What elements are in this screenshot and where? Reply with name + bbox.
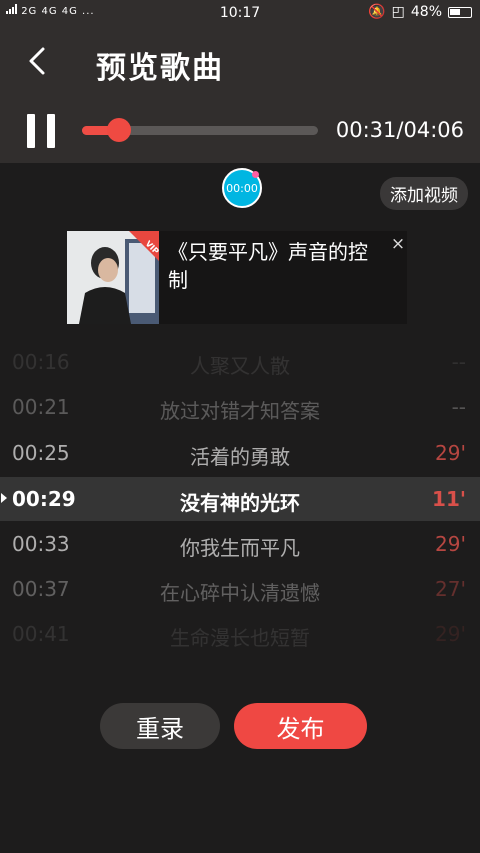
lyric-row[interactable]: 00:25 活着的勇敢 29'	[0, 431, 480, 475]
lyric-score: --	[451, 350, 466, 374]
back-button[interactable]	[22, 44, 56, 78]
progress-slider[interactable]	[82, 118, 318, 142]
close-icon[interactable]: ×	[389, 235, 407, 253]
lyric-score: 29'	[435, 532, 466, 556]
battery-percent: 48%	[410, 4, 442, 20]
person-thumbnail-icon: VIP	[67, 231, 159, 324]
rerecord-button[interactable]: 重录	[100, 703, 220, 749]
lyric-score: 11'	[432, 487, 466, 511]
lyric-score: 27'	[435, 577, 466, 601]
status-right: 🔕 ◰ 48%	[368, 4, 472, 20]
add-video-button[interactable]: 添加视频	[380, 177, 468, 210]
publish-button[interactable]: 发布	[234, 703, 367, 749]
lyric-line: 在心碎中认清遗憾	[160, 581, 320, 605]
time-readout: 00:31/04:06	[335, 118, 464, 142]
lyric-line: 人聚又人散	[190, 354, 290, 378]
battery-icon	[448, 6, 472, 18]
silent-icon: 🔕	[368, 4, 386, 20]
lyric-row[interactable]: 00:16 人聚又人散 --	[0, 340, 480, 384]
lyric-score: --	[451, 395, 466, 419]
lyric-score: 29'	[435, 441, 466, 465]
ad-thumbnail[interactable]: VIP	[67, 231, 159, 324]
timestamp-bubble[interactable]: 00:00	[222, 168, 262, 208]
ad-title[interactable]: 《只要平凡》声音的控制	[168, 238, 378, 294]
cast-icon: ◰	[391, 4, 405, 20]
pause-icon-bar	[47, 114, 55, 148]
bubble-label: 00:00	[226, 181, 258, 195]
lyric-score: 29'	[435, 622, 466, 646]
pause-button[interactable]	[27, 114, 61, 148]
progress-knob[interactable]	[106, 118, 131, 142]
pause-icon	[27, 114, 35, 148]
lyric-line: 活着的勇敢	[190, 445, 290, 469]
lyric-line: 没有神的光环	[180, 491, 300, 515]
lyric-line: 放过对错才知答案	[160, 399, 320, 423]
lyric-row[interactable]: 00:21 放过对错才知答案 --	[0, 385, 480, 429]
lyric-line: 你我生而平凡	[180, 536, 300, 560]
lyric-line: 生命漫长也短暂	[170, 626, 310, 650]
ad-card[interactable]: VIP 《只要平凡》声音的控制 ×	[67, 231, 407, 324]
chevron-left-icon	[29, 47, 45, 75]
lyric-row[interactable]: 00:41 生命漫长也短暂 29'	[0, 612, 480, 656]
notification-dot	[252, 171, 259, 178]
page-title: 预览歌曲	[96, 51, 224, 86]
lyric-row[interactable]: 00:33 你我生而平凡 29'	[0, 522, 480, 566]
lyric-row[interactable]: 00:29 没有神的光环 11'	[0, 477, 480, 521]
status-bar: 2G 4G 4G ... 10:17 🔕 ◰ 48%	[0, 0, 480, 26]
lyric-row[interactable]: 00:37 在心碎中认清遗憾 27'	[0, 567, 480, 611]
